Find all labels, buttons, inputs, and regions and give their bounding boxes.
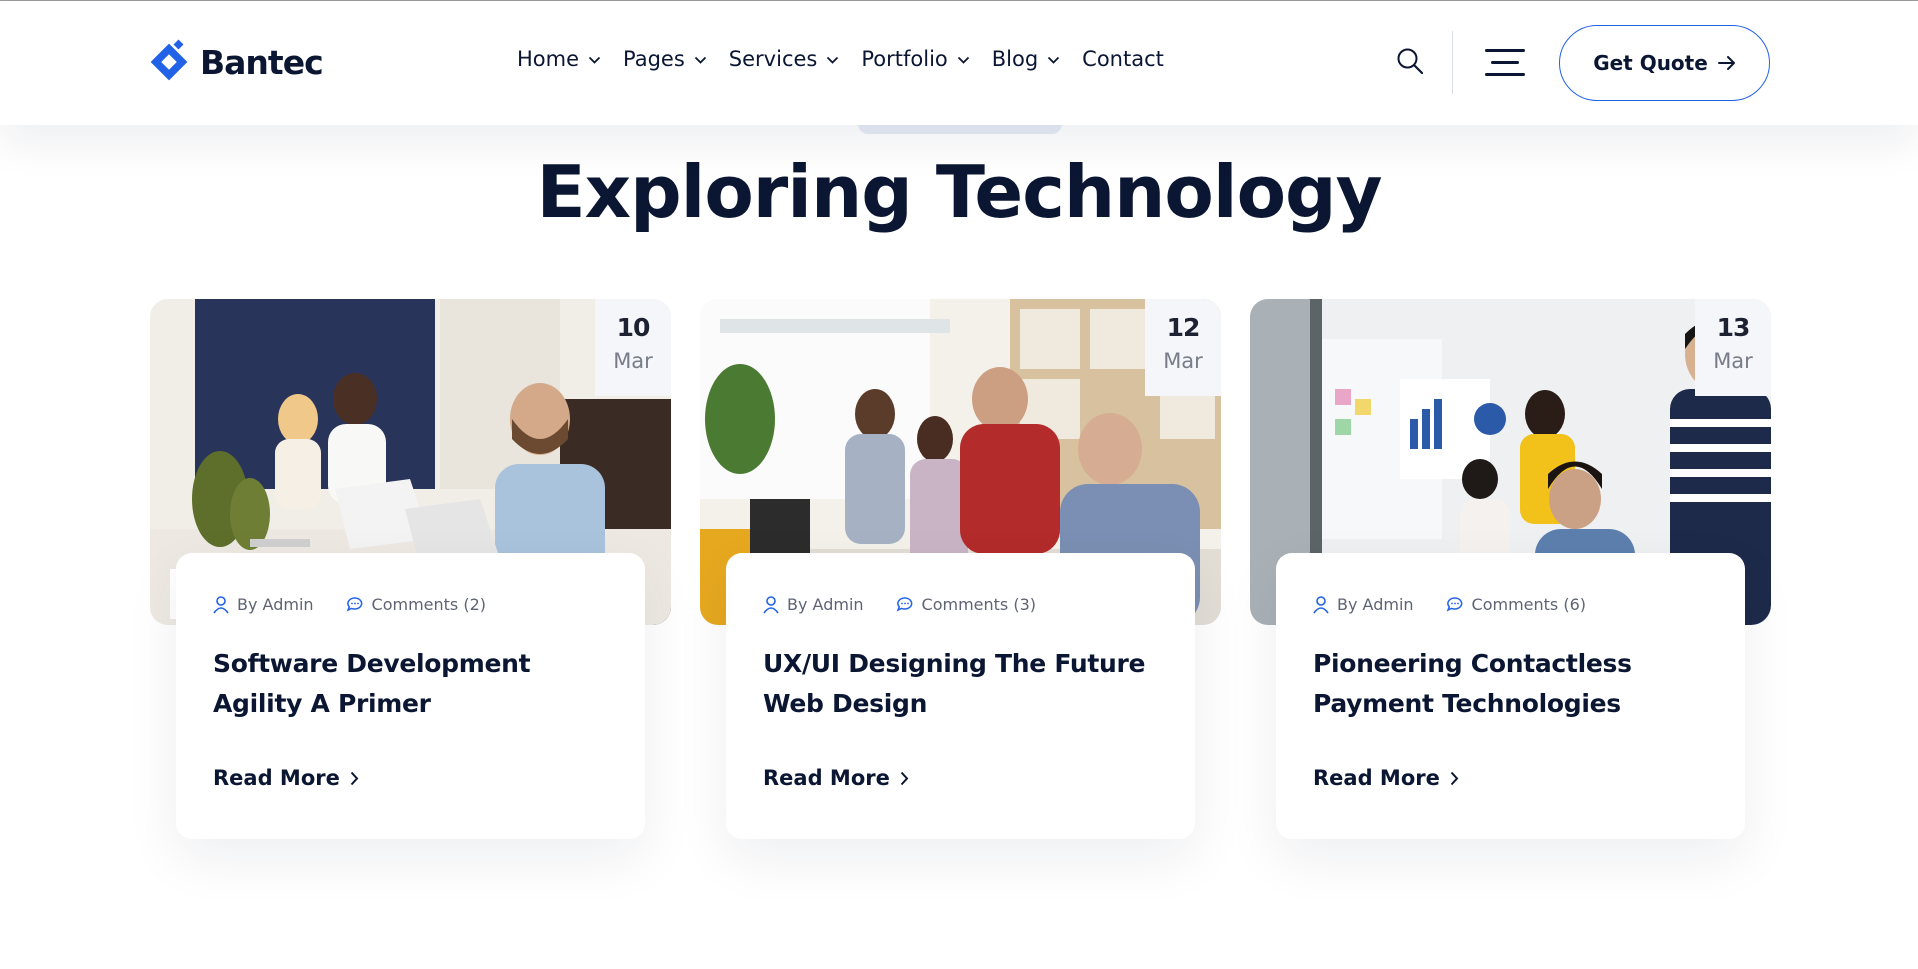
read-more-label: Read More	[213, 766, 340, 790]
nav-label: Home	[517, 47, 580, 71]
blog-card: 10 Mar By Admin Comments (2) Software De…	[150, 299, 671, 839]
blog-card: 12 Mar By Admin Comments (3) UX/UI Desig…	[700, 299, 1221, 839]
post-title[interactable]: Software Development Agility A Primer	[213, 644, 609, 724]
post-title-line: Payment Technologies	[1313, 689, 1621, 718]
comment-icon	[346, 597, 362, 612]
user-icon	[763, 595, 779, 613]
hamburger-menu-icon[interactable]	[1485, 49, 1525, 77]
get-quote-button[interactable]: Get Quote	[1559, 25, 1770, 101]
search-icon[interactable]	[1396, 47, 1424, 79]
section-title: Exploring Technology	[536, 150, 1382, 234]
read-more-label: Read More	[1313, 766, 1440, 790]
get-quote-label: Get Quote	[1593, 51, 1708, 75]
nav-item-pages[interactable]: Pages	[623, 47, 707, 71]
post-author[interactable]: By Admin	[1313, 595, 1414, 614]
read-more-link[interactable]: Read More	[1313, 766, 1459, 790]
chevron-down-icon	[694, 56, 706, 64]
nav-item-home[interactable]: Home	[517, 47, 601, 71]
post-date-month: Mar	[613, 349, 653, 373]
post-date-badge: 12 Mar	[1145, 299, 1221, 396]
post-date-badge: 10 Mar	[595, 299, 671, 396]
chevron-right-icon	[1450, 771, 1459, 785]
post-date-day: 10	[616, 313, 651, 342]
post-date-month: Mar	[1163, 349, 1203, 373]
nav-label: Blog	[991, 47, 1039, 71]
post-title[interactable]: Pioneering Contactless Payment Technolog…	[1313, 644, 1709, 724]
nav-label: Pages	[623, 47, 685, 71]
site-header: Bantec Home Pages Services Portfolio Blo…	[0, 1, 1918, 125]
user-icon	[1313, 595, 1329, 613]
chevron-right-icon	[900, 771, 909, 785]
post-author-label: By Admin	[787, 595, 864, 614]
post-title-line: UX/UI Designing The Future	[763, 649, 1146, 678]
post-author[interactable]: By Admin	[763, 595, 864, 614]
chevron-down-icon	[1048, 56, 1060, 64]
nav-item-contact[interactable]: Contact	[1082, 47, 1164, 71]
post-title-line: Software Development	[213, 649, 531, 678]
logo-diamond-icon	[148, 39, 190, 85]
read-more-link[interactable]: Read More	[213, 766, 359, 790]
post-meta: By Admin Comments (3)	[763, 595, 1159, 614]
read-more-label: Read More	[763, 766, 890, 790]
post-title[interactable]: UX/UI Designing The Future Web Design	[763, 644, 1159, 724]
blog-card-body: By Admin Comments (6) Pioneering Contact…	[1276, 553, 1745, 839]
post-title-line: Agility A Primer	[213, 689, 431, 718]
chevron-down-icon	[588, 56, 601, 64]
comment-icon	[896, 597, 912, 612]
post-date-day: 13	[1716, 313, 1751, 342]
chevron-down-icon	[957, 56, 969, 64]
main-nav: Home Pages Services Portfolio Blog Conta…	[517, 47, 1186, 71]
post-comments-label: Comments (2)	[371, 595, 487, 614]
post-date-badge: 13 Mar	[1695, 299, 1771, 396]
brand-name: Bantec	[200, 42, 324, 82]
header-divider	[1452, 31, 1453, 94]
post-author-label: By Admin	[237, 595, 314, 614]
blog-card-body: By Admin Comments (2) Software Developme…	[176, 553, 645, 839]
post-comments-label: Comments (6)	[1471, 595, 1587, 614]
nav-label: Services	[728, 47, 818, 71]
post-date-day: 12	[1166, 313, 1201, 342]
blog-card-body: By Admin Comments (3) UX/UI Designing Th…	[726, 553, 1195, 839]
brand-logo[interactable]: Bantec	[148, 39, 324, 85]
post-meta: By Admin Comments (6)	[1313, 595, 1709, 614]
post-comments[interactable]: Comments (3)	[896, 595, 1036, 614]
post-title-line: Web Design	[763, 689, 928, 718]
nav-label: Contact	[1082, 47, 1164, 71]
post-title-line: Pioneering Contactless	[1313, 649, 1632, 678]
post-comments[interactable]: Comments (6)	[1446, 595, 1586, 614]
nav-item-blog[interactable]: Blog	[992, 47, 1060, 71]
blog-card: 13 Mar By Admin Comments (6) Pioneering …	[1250, 299, 1771, 839]
comment-icon	[1446, 597, 1462, 612]
chevron-right-icon	[350, 771, 359, 785]
chevron-down-icon	[827, 56, 839, 64]
post-meta: By Admin Comments (2)	[213, 595, 609, 614]
arrow-right-icon	[1717, 56, 1735, 70]
post-comments[interactable]: Comments (2)	[346, 595, 486, 614]
post-author[interactable]: By Admin	[213, 595, 314, 614]
user-icon	[213, 595, 229, 613]
post-comments-label: Comments (3)	[921, 595, 1037, 614]
nav-item-services[interactable]: Services	[729, 47, 840, 71]
nav-label: Portfolio	[861, 47, 948, 71]
read-more-link[interactable]: Read More	[763, 766, 909, 790]
post-author-label: By Admin	[1337, 595, 1414, 614]
post-date-month: Mar	[1713, 349, 1753, 373]
nav-item-portfolio[interactable]: Portfolio	[861, 47, 969, 71]
